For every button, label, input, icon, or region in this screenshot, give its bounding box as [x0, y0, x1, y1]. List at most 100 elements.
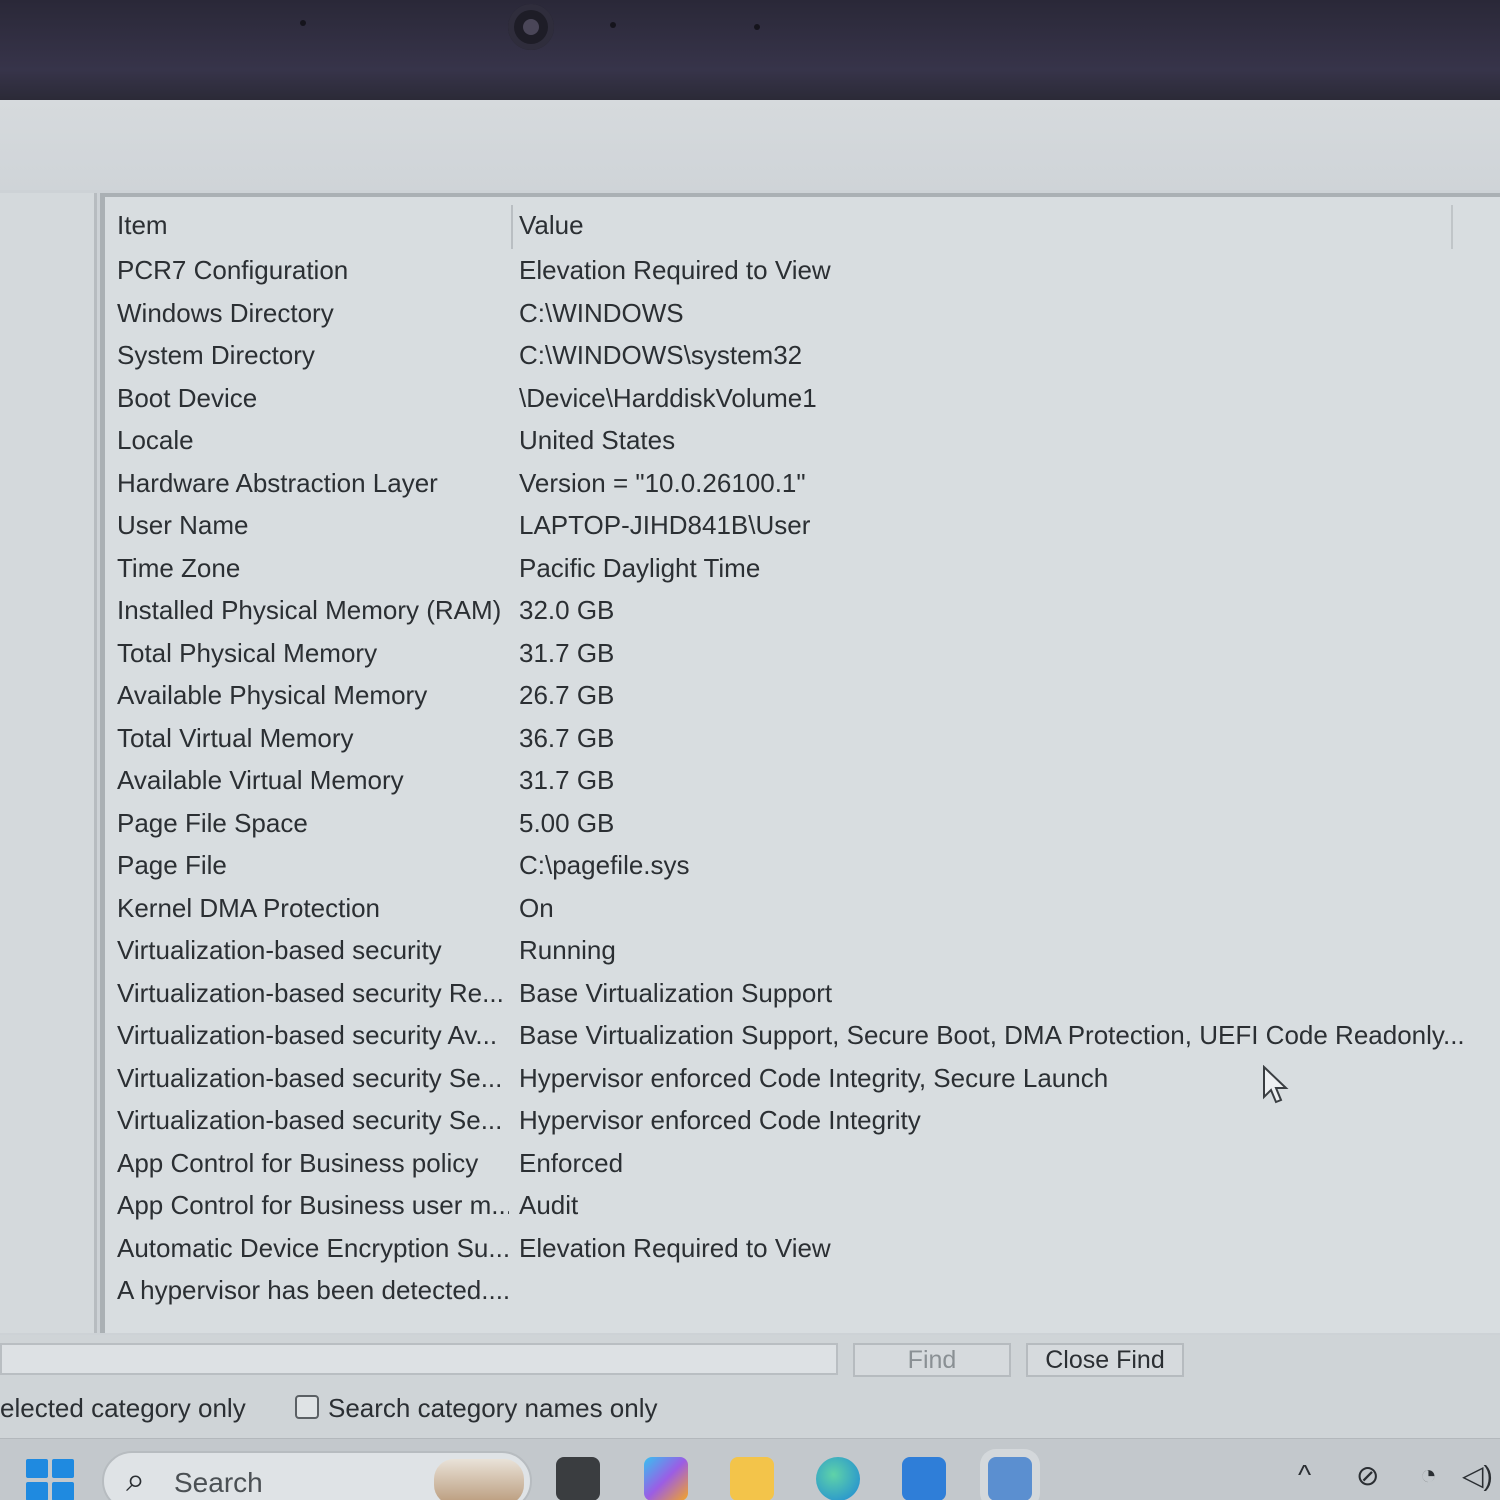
table-row[interactable]: A hypervisor has been detected....	[113, 1269, 1493, 1312]
search-placeholder: Search	[174, 1467, 263, 1498]
row-item-value: Running	[519, 935, 616, 965]
table-row[interactable]: Automatic Device Encryption Su... Elevati…	[113, 1227, 1493, 1270]
screen: Item Value PCR7 Configuration Elevation R…	[0, 100, 1500, 1500]
weather-icon[interactable]	[434, 1459, 524, 1500]
show-hidden-icons-chevron-icon[interactable]: ^	[1298, 1459, 1311, 1491]
row-item-value: C:\WINDOWS\system32	[519, 340, 803, 370]
file-explorer-icon[interactable]	[730, 1457, 774, 1500]
row-item-value: Elevation Required to View	[519, 1232, 831, 1263]
table-row[interactable]: Time Zone Pacific Daylight Time	[113, 547, 1493, 590]
column-header-value[interactable]: Value	[519, 201, 584, 249]
search-icon: ⌕	[126, 1461, 146, 1499]
row-item-name: Total Virtual Memory	[117, 722, 354, 753]
bezel-sensor	[300, 20, 306, 26]
row-item-name: User Name	[117, 510, 249, 540]
table-row[interactable]: Virtualization-based security Running	[113, 929, 1493, 972]
table-row[interactable]: Total Virtual Memory 36.7 GB	[113, 717, 1493, 760]
find-button[interactable]: Find	[853, 1343, 1011, 1377]
table-row[interactable]: Kernel DMA Protection On	[113, 887, 1493, 930]
edge-icon[interactable]	[816, 1457, 860, 1500]
row-item-name: A hypervisor has been detected....	[117, 1275, 509, 1305]
store-icon[interactable]	[902, 1457, 946, 1500]
system-summary-list[interactable]: Item Value PCR7 Configuration Elevation R…	[100, 193, 1500, 1333]
table-row[interactable]: Available Virtual Memory 31.7 GB	[113, 759, 1493, 802]
copilot-m365-icon[interactable]	[644, 1457, 688, 1500]
search-category-names-checkbox[interactable]	[295, 1395, 319, 1419]
details-table: Item Value PCR7 Configuration Elevation R…	[113, 201, 1493, 1312]
table-row[interactable]: Hardware Abstraction Layer Version = "10.…	[113, 462, 1493, 505]
row-item-name: Page File	[117, 850, 227, 880]
row-item-value: United States	[519, 425, 676, 455]
find-what-input[interactable]	[0, 1343, 838, 1375]
row-item-value: LAPTOP-JIHD841B\User	[519, 510, 811, 540]
table-row[interactable]: Virtualization-based security Re... Base …	[113, 972, 1493, 1015]
bezel-sensor	[610, 22, 616, 28]
row-item-name: Virtualization-based security Se...	[117, 1105, 503, 1135]
row-item-value: C:\WINDOWS	[519, 297, 684, 328]
row-item-name: Virtualization-based security Re...	[117, 977, 504, 1008]
table-row[interactable]: PCR7 Configuration Elevation Required to …	[113, 249, 1493, 292]
table-row[interactable]: Page File Space 5.00 GB	[113, 802, 1493, 845]
table-row[interactable]: Installed Physical Memory (RAM) 32.0 GB	[113, 589, 1493, 632]
table-row[interactable]: User Name LAPTOP-JIHD841B\User	[113, 504, 1493, 547]
row-item-name: Installed Physical Memory (RAM)	[117, 595, 502, 625]
row-item-value: C:\pagefile.sys	[519, 850, 690, 880]
table-row[interactable]: Virtualization-based security Av... Base …	[113, 1014, 1493, 1057]
row-item-name: Boot Device	[117, 382, 258, 413]
close-find-button[interactable]: Close Find	[1026, 1343, 1184, 1377]
taskbar-search[interactable]: ⌕ Search	[102, 1451, 532, 1500]
table-row[interactable]: App Control for Business policy Enforced	[113, 1142, 1493, 1185]
volume-icon[interactable]: ◁)	[1462, 1459, 1493, 1492]
row-item-value: 31.7 GB	[519, 765, 615, 795]
row-item-value: Hypervisor enforced Code Integrity, Secu…	[519, 1062, 1109, 1093]
terminal-icon[interactable]	[556, 1457, 600, 1500]
category-tree-pane[interactable]	[0, 193, 97, 1333]
table-row[interactable]: Page File C:\pagefile.sys	[113, 844, 1493, 887]
row-item-name: Hardware Abstraction Layer	[117, 467, 438, 498]
wifi-icon[interactable]: ◔	[1420, 1459, 1437, 1491]
start-icon[interactable]	[26, 1459, 74, 1500]
table-body: PCR7 Configuration Elevation Required to …	[113, 249, 1493, 1312]
webcam	[508, 4, 554, 50]
table-row[interactable]: Windows Directory C:\WINDOWS	[113, 292, 1493, 335]
taskbar: ⌕ Search ^ ⊘ ◔ ◁)	[0, 1438, 1500, 1500]
row-item-name: Available Physical Memory	[117, 680, 428, 710]
table-row[interactable]: Boot Device \Device\HarddiskVolume1	[113, 377, 1493, 420]
column-header-item[interactable]: Item	[117, 201, 509, 249]
row-item-value: 31.7 GB	[519, 637, 615, 668]
row-item-name: Available Virtual Memory	[117, 765, 404, 795]
row-item-name: Virtualization-based security Se...	[117, 1062, 503, 1093]
row-item-value: 32.0 GB	[519, 595, 615, 625]
row-item-name: Page File Space	[117, 807, 308, 838]
row-item-name: System Directory	[117, 340, 315, 370]
mouse-pointer-icon	[1262, 1064, 1290, 1110]
table-row[interactable]: System Directory C:\WINDOWS\system32	[113, 334, 1493, 377]
table-row[interactable]: Available Physical Memory 26.7 GB	[113, 674, 1493, 717]
laptop-bezel	[0, 0, 1500, 100]
row-item-name: Windows Directory	[117, 297, 334, 328]
system-information-icon[interactable]	[988, 1457, 1032, 1500]
row-item-value: Enforced	[519, 1147, 624, 1178]
row-item-value: \Device\HarddiskVolume1	[519, 382, 817, 413]
row-item-name: Time Zone	[117, 552, 241, 583]
bezel-sensor	[754, 24, 760, 30]
row-item-name: Virtualization-based security Av...	[117, 1020, 498, 1050]
row-item-value: Hypervisor enforced Code Integrity	[519, 1105, 921, 1135]
column-divider[interactable]	[511, 205, 513, 249]
row-item-name: Kernel DMA Protection	[117, 892, 381, 923]
table-header: Item Value	[113, 201, 1493, 249]
window-top-area	[0, 100, 1500, 190]
row-item-value: 5.00 GB	[519, 807, 615, 838]
table-row[interactable]: Total Physical Memory 31.7 GB	[113, 632, 1493, 675]
row-item-name: App Control for Business user m...	[117, 1190, 509, 1220]
table-row[interactable]: Locale United States	[113, 419, 1493, 462]
row-item-value: Base Virtualization Support, Secure Boot…	[519, 1020, 1465, 1050]
cloud-off-icon[interactable]: ⊘	[1356, 1459, 1379, 1492]
table-row[interactable]: App Control for Business user m... Audit	[113, 1184, 1493, 1227]
row-item-value: Audit	[519, 1190, 579, 1220]
row-item-value: On	[519, 892, 554, 923]
row-item-value: Version = "10.0.26100.1"	[519, 467, 806, 498]
search-selected-category-option[interactable]: elected category only	[0, 1393, 246, 1424]
column-divider[interactable]	[1451, 205, 1453, 249]
search-category-names-label[interactable]: Search category names only	[328, 1393, 658, 1424]
